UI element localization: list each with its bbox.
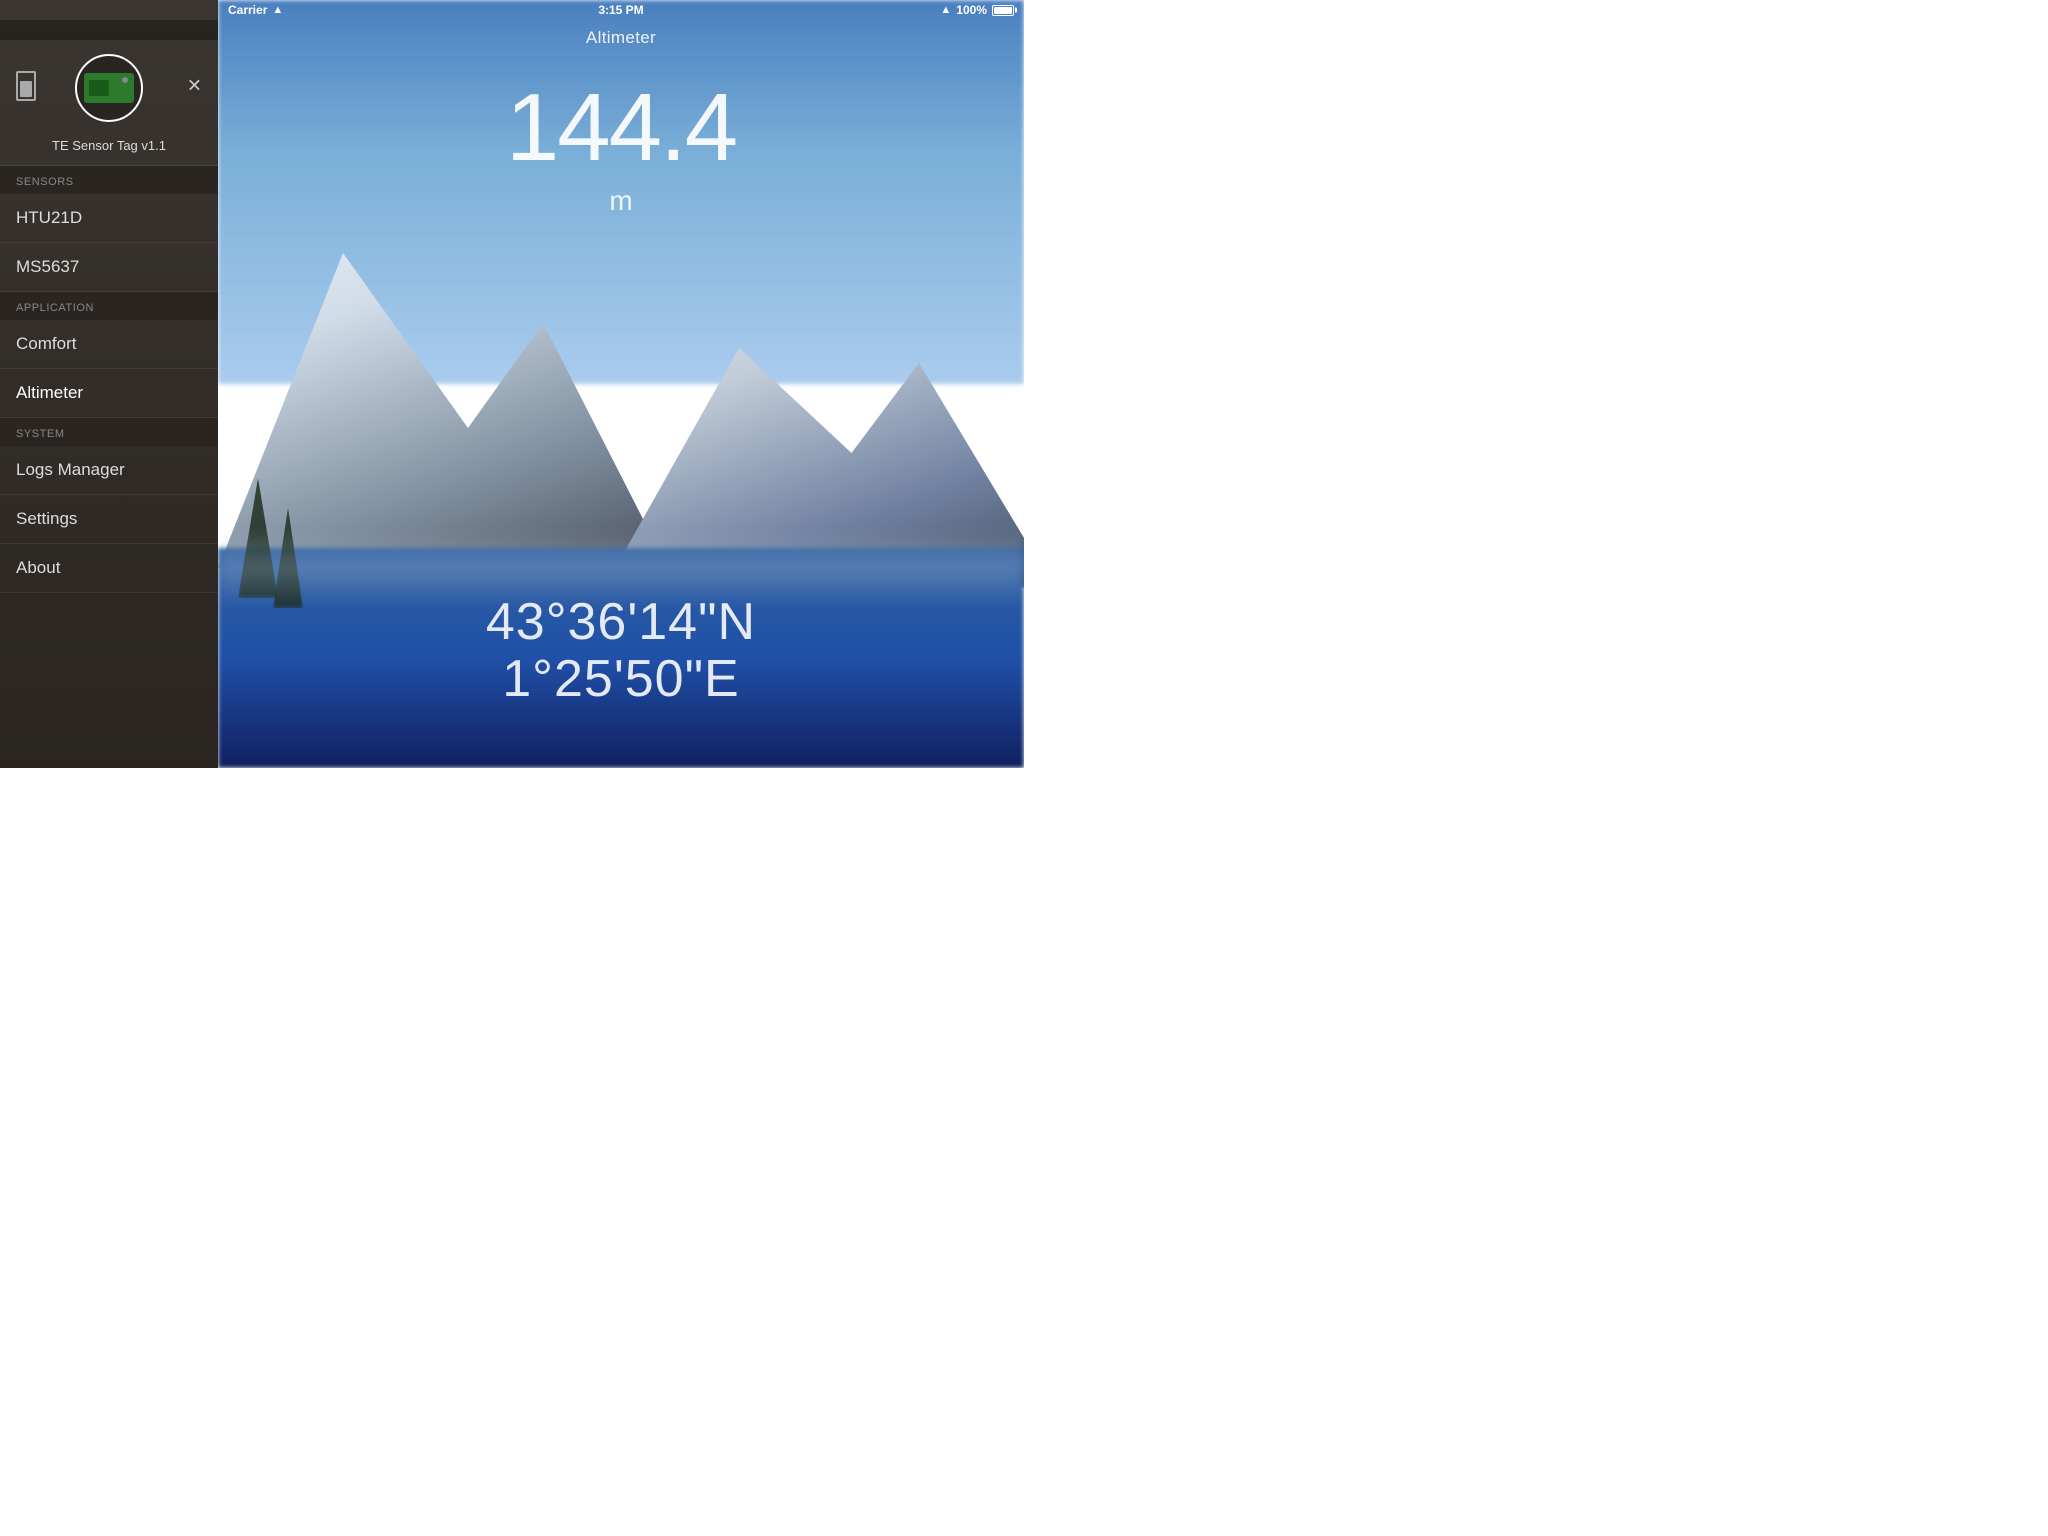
sidebar-item-logs-manager[interactable]: Logs Manager	[0, 446, 218, 495]
coordinates: 43°36'14"N 1°25'50"E	[218, 594, 1024, 708]
nav-arrow-icon: ▲	[940, 4, 951, 16]
sidebar-item-ms5637[interactable]: MS5637	[0, 243, 218, 292]
latitude-display: 43°36'14"N	[218, 594, 1024, 651]
section-sensors-header: SENSORS	[0, 166, 218, 194]
sidebar-header: ✕	[0, 40, 218, 132]
main-content: Carrier ▲ 3:15 PM ▲ 100% Altimeter 144.4…	[218, 0, 1024, 768]
wifi-icon: ▲	[272, 4, 283, 16]
sidebar-item-altimeter[interactable]: Altimeter	[0, 369, 218, 418]
battery-body	[992, 5, 1014, 16]
app-container: ✕ TE Sensor Tag v1.1 SENSORS HTU21D MS56…	[0, 0, 1024, 768]
page-title: Altimeter	[218, 28, 1024, 48]
status-bar-time: 3:15 PM	[598, 3, 643, 17]
battery-fill	[994, 7, 1012, 14]
sidebar-item-comfort[interactable]: Comfort	[0, 320, 218, 369]
section-system-header: SYSTEM	[0, 418, 218, 446]
carrier-label: Carrier	[228, 3, 267, 17]
sidebar-item-settings[interactable]: Settings	[0, 495, 218, 544]
altitude-unit: m	[218, 185, 1024, 217]
sidebar-item-htu21d[interactable]: HTU21D	[0, 194, 218, 243]
close-button[interactable]: ✕	[187, 76, 202, 97]
device-name: TE Sensor Tag v1.1	[0, 132, 218, 166]
device-icon	[75, 54, 143, 122]
battery-percent-label: 100%	[956, 3, 987, 17]
sidebar-item-about[interactable]: About	[0, 544, 218, 593]
sidebar: ✕ TE Sensor Tag v1.1 SENSORS HTU21D MS56…	[0, 0, 218, 768]
device-pcb	[84, 73, 134, 103]
section-application-header: APPLICATION	[0, 292, 218, 320]
battery-status-bar	[992, 5, 1014, 16]
battery-icon-sidebar	[16, 71, 36, 101]
altitude-value: 144.4	[218, 80, 1024, 176]
status-bar: Carrier ▲ 3:15 PM ▲ 100%	[218, 0, 1024, 20]
status-bar-left: Carrier ▲	[228, 3, 283, 17]
status-bar-right: ▲ 100%	[940, 3, 1014, 17]
longitude-display: 1°25'50"E	[218, 651, 1024, 708]
